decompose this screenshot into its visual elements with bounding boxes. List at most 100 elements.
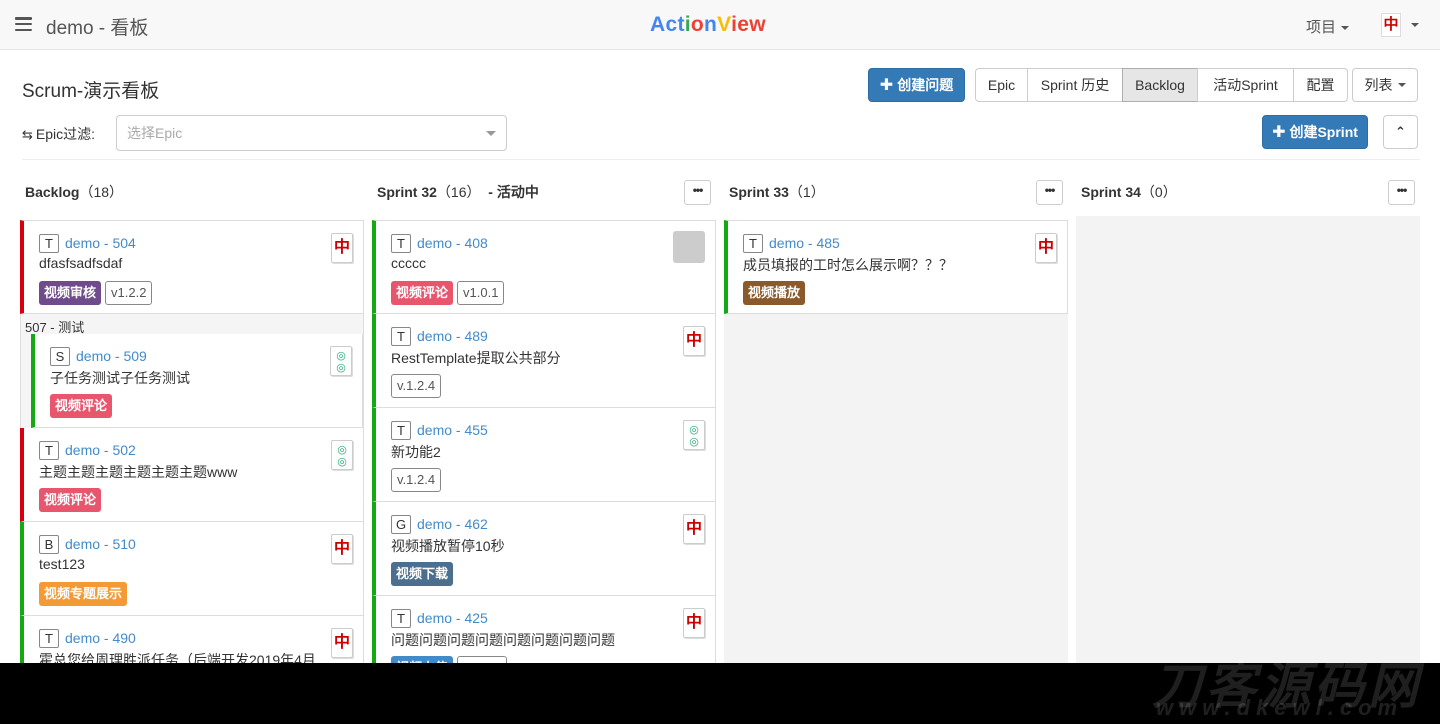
issue-tags: 视频评论 v1.0.1 — [391, 281, 715, 305]
sprint-33-more-button[interactable]: ••• — [1036, 180, 1063, 205]
issue-type-badge: B — [39, 534, 59, 554]
issue-card[interactable]: Tdemo - 489 RestTemplate提取公共部分 v.1.2.4 中 — [372, 314, 716, 408]
assignee-avatar: 中 — [683, 608, 705, 638]
issue-key-link[interactable]: demo - 462 — [417, 516, 488, 532]
avatar-placeholder-icon — [673, 231, 705, 263]
issue-type-badge: T — [391, 233, 411, 253]
issue-title: 成员填报的工时怎么展示啊？？？ — [743, 257, 953, 273]
issue-card[interactable]: Bdemo - 510 test123 视频专题展示 中 — [20, 522, 364, 616]
issue-title: ccccc — [391, 255, 426, 271]
issue-title: 霍总您给周理胜派任务（后端开发2019年4月 — [39, 652, 316, 663]
card-header: Tdemo - 502 — [39, 440, 363, 460]
tab-config[interactable]: 配置 — [1293, 68, 1348, 102]
label-badge: 视频专题展示 — [39, 582, 128, 606]
issue-tags: v.1.2.4 — [391, 374, 715, 398]
chevron-down-icon — [1341, 26, 1350, 31]
issue-card[interactable]: Tdemo - 504 dfasfsadfsdaf 视频审核 v1.2.2 中 — [20, 220, 364, 314]
issue-tags: 视频专题展示 — [39, 582, 363, 606]
logo-letter: c — [665, 13, 678, 36]
logo-letter: A — [650, 13, 666, 36]
card-header: Tdemo - 425 — [391, 608, 715, 628]
issue-key-link[interactable]: demo - 510 — [65, 536, 136, 552]
issue-title: 视频播放暂停10秒 — [391, 538, 505, 554]
card-header: Sdemo - 509 — [50, 346, 362, 366]
tab-backlog[interactable]: Backlog — [1122, 68, 1198, 102]
backlog-column: Tdemo - 504 dfasfsadfsdaf 视频审核 v1.2.2 中 507 -… — [20, 220, 364, 663]
sprint-32-more-button[interactable]: ••• — [684, 180, 711, 205]
issue-title: 主题主题主题主题主题主题www — [39, 464, 238, 480]
issue-card[interactable]: Tdemo - 455 新功能2 v.1.2.4 ◎ ◎ — [372, 408, 716, 502]
tab-active-sprint[interactable]: 活动Sprint — [1197, 68, 1294, 102]
assignee-avatar: 中 — [331, 233, 353, 263]
issue-key-link[interactable]: demo - 485 — [769, 235, 840, 251]
issue-title: dfasfsadfsdaf — [39, 255, 123, 271]
card-header: Tdemo - 485 — [743, 233, 1067, 253]
issue-key-link[interactable]: demo - 455 — [417, 422, 488, 438]
logo-letter: o — [690, 13, 705, 36]
issue-key-link[interactable]: demo - 425 — [417, 610, 488, 626]
issue-card[interactable]: Tdemo - 502 主题主题主题主题主题主题www 视频评论 ◎ ◎ — [20, 428, 364, 522]
divider — [22, 159, 1420, 160]
projects-menu[interactable]: 项目 — [1306, 16, 1350, 37]
assignee-avatar: 中 — [683, 514, 705, 544]
create-issue-button[interactable]: ✚ 创建问题 — [868, 68, 965, 102]
issue-card[interactable]: Tdemo - 425 问题问题问题问题问题问题问题问题视频上传v.1.2.4 中 — [372, 596, 716, 663]
plus-icon: ✚ — [879, 77, 894, 94]
issue-card[interactable]: Tdemo - 485 成员填报的工时怎么展示啊？？？ 视频播放 中 — [724, 220, 1068, 314]
issue-title: RestTemplate提取公共部分 — [391, 350, 561, 366]
column-header-sprint-32: Sprint 32（16） - 活动中 — [377, 184, 539, 200]
epic-filter-label: ⇆ Epic过滤: — [22, 126, 96, 142]
tab-epic[interactable]: Epic — [975, 68, 1028, 102]
issue-card[interactable]: Tdemo - 408 ccccc 视频评论 v1.0.1 — [372, 220, 716, 314]
column-header-backlog: Backlog（18） — [25, 184, 124, 200]
column-header-sprint-34: Sprint 34（0） — [1081, 184, 1177, 200]
menu-icon[interactable] — [15, 17, 32, 32]
assignee-avatar: ◎ ◎ — [331, 440, 353, 470]
version-badge: v1.2.2 — [105, 281, 153, 305]
version-badge: v.1.2.4 — [457, 656, 508, 663]
subtask-group-title: 507 - 测试 — [25, 320, 85, 335]
issue-key-link[interactable]: demo - 504 — [65, 235, 136, 251]
issue-tags: v.1.2.4 — [391, 468, 715, 492]
projects-label: 项目 — [1306, 19, 1337, 36]
issue-type-badge: T — [39, 233, 59, 253]
filter-icon: ⇆ — [22, 127, 33, 142]
app-logo[interactable]: ActionView — [650, 13, 766, 37]
assignee-avatar: ◎ ◎ — [683, 420, 705, 450]
sprint-34-more-button[interactable]: ••• — [1388, 180, 1415, 205]
chevron-down-icon[interactable] — [1411, 23, 1419, 27]
card-header: Tdemo - 455 — [391, 420, 715, 440]
issue-key-link[interactable]: demo - 489 — [417, 328, 488, 344]
label-badge: 视频评论 — [39, 488, 102, 512]
user-avatar[interactable]: 中 — [1381, 13, 1401, 37]
list-dropdown-button[interactable]: 列表 — [1352, 68, 1418, 102]
tab-sprint-history[interactable]: Sprint 历史 — [1027, 68, 1123, 102]
issue-key-link[interactable]: demo - 502 — [65, 442, 136, 458]
version-badge: v.1.2.4 — [391, 468, 442, 492]
chevron-down-icon — [486, 131, 496, 136]
plus-icon: ✚ — [1272, 124, 1286, 141]
issue-key-link[interactable]: demo - 408 — [417, 235, 488, 251]
issue-type-badge: T — [391, 326, 411, 346]
logo-letter: e — [737, 13, 750, 36]
issue-card[interactable]: Gdemo - 462 视频播放暂停10秒 视频下载 中 — [372, 502, 716, 596]
issue-title: 子任务测试子任务测试 — [50, 370, 190, 386]
create-sprint-button[interactable]: ✚ 创建Sprint — [1262, 115, 1368, 149]
issue-key-link[interactable]: demo - 490 — [65, 630, 136, 646]
issue-type-badge: T — [39, 628, 59, 648]
collapse-button[interactable]: ⌃ — [1383, 115, 1418, 149]
issue-card[interactable]: Sdemo - 509 子任务测试子任务测试 视频评论 ◎ ◎ — [31, 334, 363, 428]
issue-tags: 视频评论 — [50, 394, 362, 418]
breadcrumb: demo - 看板 — [46, 18, 149, 39]
issue-title: 问题问题问题问题问题问题问题问题 — [391, 632, 615, 648]
chevron-up-icon: ⌃ — [1395, 124, 1406, 139]
issue-title: test123 — [39, 556, 85, 572]
logo-letter: w — [749, 13, 766, 36]
issue-card[interactable]: Tdemo - 490 霍总您给周理胜派任务（后端开发2019年4月 中 — [20, 616, 364, 663]
issue-key-link[interactable]: demo - 509 — [76, 348, 147, 364]
epic-select[interactable]: 选择Epic — [116, 115, 507, 151]
version-badge: v1.0.1 — [457, 281, 505, 305]
top-navbar: demo - 看板 ActionView 项目 中 — [0, 0, 1440, 50]
view-switcher: Epic Sprint 历史 Backlog 活动Sprint 配置 — [975, 68, 1348, 102]
issue-tags: 视频播放 — [743, 281, 1067, 305]
